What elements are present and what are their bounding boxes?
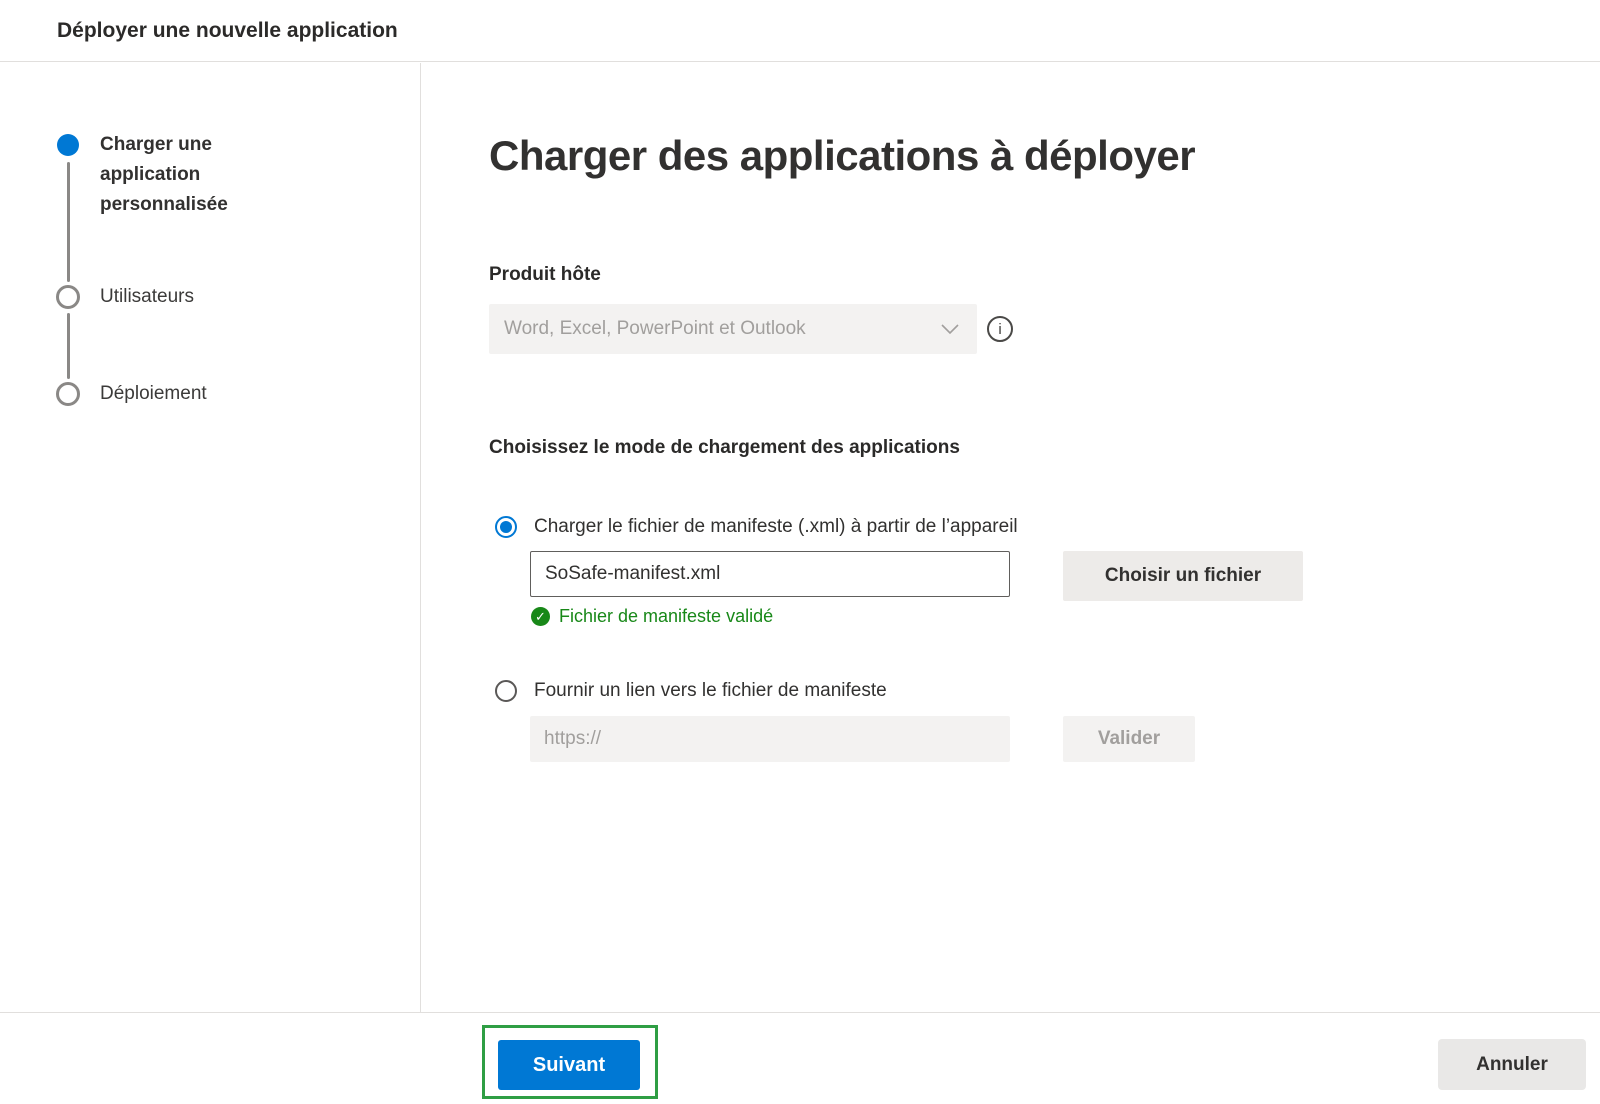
chevron-down-icon [941, 324, 959, 335]
stepper-item-deployment[interactable]: Déploiement [100, 383, 207, 405]
cancel-button[interactable]: Annuler [1438, 1039, 1586, 1090]
validate-link-button[interactable]: Valider [1063, 716, 1195, 762]
stepper-item-upload-custom-app[interactable]: Charger une application personnalisée [100, 130, 280, 220]
manifest-url-input[interactable] [530, 716, 1010, 762]
step-current-dot-icon [57, 134, 79, 156]
check-circle-icon: ✓ [531, 607, 550, 626]
step-upcoming-circle-icon [56, 285, 80, 309]
host-product-dropdown[interactable]: Word, Excel, PowerPoint et Outlook [489, 304, 977, 354]
dialog-title: Déployer une nouvelle application [57, 0, 398, 62]
radio-upload-file-label[interactable]: Charger le fichier de manifeste (.xml) à… [534, 515, 1018, 539]
stepper-item-users[interactable]: Utilisateurs [100, 286, 194, 308]
host-product-selected-value: Word, Excel, PowerPoint et Outlook [504, 318, 806, 340]
radio-provide-link[interactable] [495, 680, 517, 702]
deploy-app-dialog: Déployer une nouvelle application Charge… [0, 0, 1600, 1104]
upload-mode-heading: Choisissez le mode de chargement des app… [489, 437, 960, 459]
step-connector-line [67, 313, 70, 379]
choose-file-button[interactable]: Choisir un fichier [1063, 551, 1303, 601]
host-product-label: Produit hôte [489, 264, 601, 286]
radio-selected-dot-icon [500, 521, 512, 533]
validation-status-text: Fichier de manifeste validé [559, 606, 773, 627]
info-icon[interactable]: i [987, 316, 1013, 342]
step-upcoming-circle-icon [56, 382, 80, 406]
manifest-validation-status: ✓ Fichier de manifeste validé [531, 606, 773, 627]
footer-divider [0, 1012, 1600, 1013]
manifest-file-input[interactable] [530, 551, 1010, 597]
page-title: Charger des applications à déployer [489, 132, 1195, 180]
radio-upload-file[interactable] [495, 516, 517, 538]
dialog-header: Déployer une nouvelle application [0, 0, 1600, 62]
step-connector-line [67, 162, 70, 282]
next-button[interactable]: Suivant [498, 1040, 640, 1090]
radio-provide-link-label[interactable]: Fournir un lien vers le fichier de manif… [534, 679, 887, 703]
